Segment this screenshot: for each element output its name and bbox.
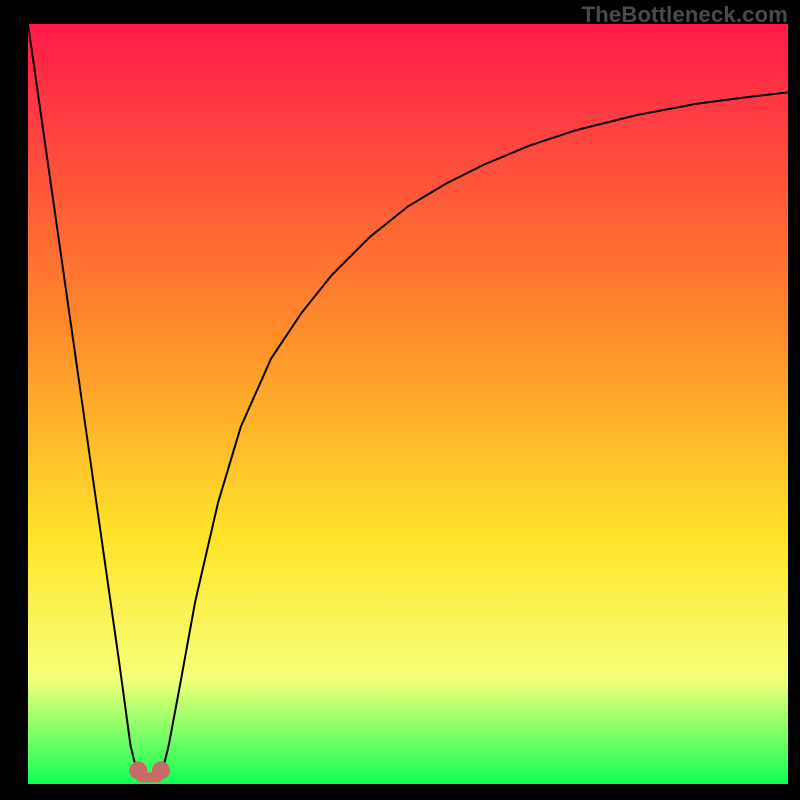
plot-area (28, 24, 788, 784)
optimal-marker-lobe (129, 761, 147, 779)
plot-svg (28, 24, 788, 784)
chart-frame: TheBottleneck.com (0, 0, 800, 800)
gradient-background (28, 24, 788, 784)
optimal-marker-lobe (152, 761, 170, 779)
site-watermark: TheBottleneck.com (582, 2, 788, 28)
